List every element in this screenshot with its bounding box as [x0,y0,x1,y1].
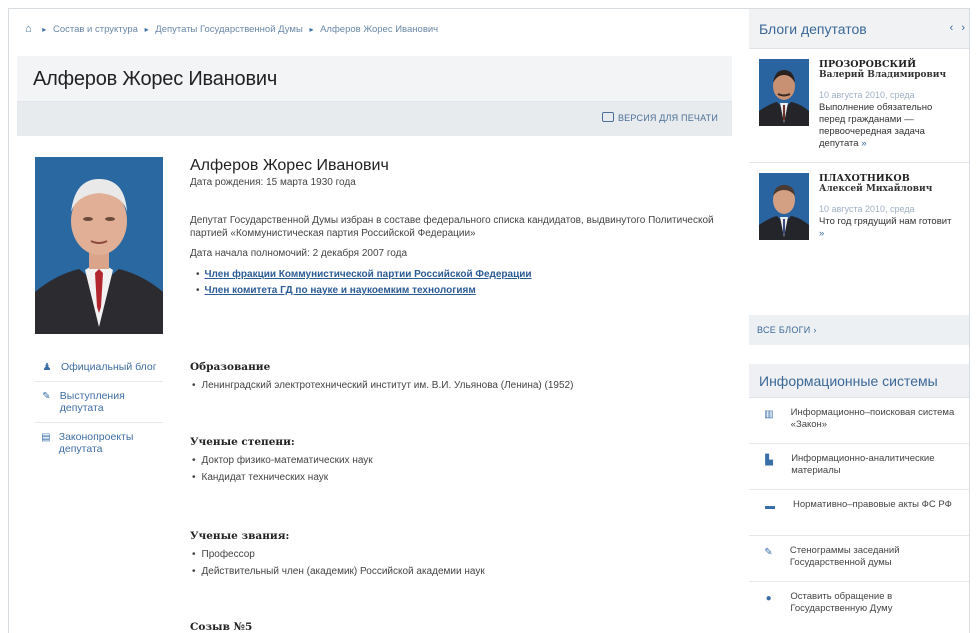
info-systems-header: Информационные системы [749,364,969,398]
blog-author-lastname: ПЛАХОТНИКОВ [819,173,910,184]
blog-date: 10 августа 2010, среда [819,90,915,100]
degrees-heading: Ученые степени: [190,436,295,448]
education-section: Образование Ленинградский электротехниче… [190,361,720,397]
all-blogs-link[interactable]: ВСЕ БЛОГИ › [749,315,969,345]
main-column: ⌂ ▸ Состав и структура ▸ Депутаты Госуда… [9,9,734,633]
printer-icon [601,112,614,122]
breadcrumb-separator-icon: ▸ [309,25,314,34]
profile-term-start: Дата начала полномочий: 2 декабря 2007 г… [190,248,408,259]
info-system-analytics[interactable]: ▙ Информационно-аналитические материалы [749,444,969,490]
side-link-label: Законопроекты депутата [58,431,134,455]
info-systems-list: ▥ Информационно–поисковая система «Закон… [749,398,969,628]
info-system-label: Оставить обращение в Государственную Дум… [790,591,893,614]
breadcrumb-separator-icon: ▸ [144,25,149,34]
academic-titles-heading: Ученые звания: [190,530,290,542]
pen-icon: ✎ [764,547,773,558]
side-link-label: Официальный блог [61,361,157,373]
page-title: Алферов Жорес Иванович [33,68,278,90]
page-frame: ⌂ ▸ Состав и структура ▸ Депутаты Госуда… [8,8,970,633]
convocation-heading: Созыв №5 [190,621,253,633]
info-system-appeal[interactable]: ● Оставить обращение в Государственную Д… [749,582,969,628]
print-version-label: ВЕРСИЯ ДЛЯ ПЕЧАТИ [617,113,718,123]
document-icon: ▤ [41,432,51,443]
right-sidebar: Блоги депутатов ‹ › ПРОЗОРОВСКИЙ Валерий… [749,9,969,633]
blog-item[interactable]: ПЛАХОТНИКОВ Алексей Михайлович 10 август… [749,163,969,240]
blogs-title: Блоги депутатов [759,21,867,37]
pen-icon: ✎ [42,391,51,402]
blogs-header: Блоги депутатов ‹ › [749,9,969,49]
info-system-label: Информационно-аналитические материалы [791,453,935,476]
degree-item: Кандидат технических наук [192,472,720,483]
degree-item: Доктор физико-математических наук [192,455,720,466]
side-link-label: Выступления депутата [59,390,125,414]
info-system-transcripts[interactable]: ✎ Стенограммы заседаний Государственной … [749,536,969,582]
info-system-label: Стенограммы заседаний Государственной ду… [789,545,900,568]
blog-excerpt-text: Что год грядущий нам готовит [819,216,952,227]
info-system-zakon[interactable]: ▥ Информационно–поисковая система «Закон… [749,398,969,444]
side-link-blog[interactable]: ♟ Официальный блог [35,353,163,382]
blog-body: ПЛАХОТНИКОВ Алексей Михайлович 10 август… [809,173,959,240]
print-version-link[interactable]: ВЕРСИЯ ДЛЯ ПЕЧАТИ [601,112,718,123]
blog-date: 10 августа 2010, среда [819,204,915,214]
info-system-label: Информационно–поисковая система «Закон» [790,407,955,430]
blog-excerpt-text: Выполнение обязательно перед гражданами … [819,102,933,149]
home-icon[interactable]: ⌂ [25,23,32,35]
profile-links: Член фракции Коммунистической партии Рос… [190,269,720,296]
blog-item[interactable]: ПРОЗОРОВСКИЙ Валерий Владимирович 10 авг… [749,49,969,150]
print-bar: ВЕРСИЯ ДЛЯ ПЕЧАТИ [17,102,732,136]
blog-author-firstname: Валерий Владимирович [819,70,947,80]
academic-titles-section: Ученые звания: Профессор Действительный … [190,530,720,583]
breadcrumb-separator-icon: ▸ [42,25,47,34]
academic-title-item: Профессор [192,549,720,560]
convocation-section: Созыв №5 [190,621,720,633]
blog-more-link[interactable]: » [819,228,824,239]
blog-avatar [759,59,809,126]
education-item: Ленинградский электротехнический институ… [192,380,720,391]
chat-icon: ● [765,593,772,604]
blog-excerpt[interactable]: Выполнение обязательно перед гражданами … [819,102,959,150]
chart-icon: ▙ [765,455,773,466]
book-icon: ▥ [764,409,774,420]
breadcrumb: ⌂ ▸ Состав и структура ▸ Депутаты Госуда… [9,9,734,49]
blog-more-link[interactable]: » [861,138,866,149]
degrees-section: Ученые степени: Доктор физико-математиче… [190,436,720,489]
academic-title-item: Действительный член (академик) Российско… [192,566,720,577]
blog-avatar [759,173,809,240]
side-link-speeches[interactable]: ✎ Выступления депутата [35,382,163,423]
title-bar: Алферов Жорес Иванович [17,56,732,102]
profile-description: Депутат Государственной Думы избран в со… [190,215,714,239]
deputy-photo [35,157,163,334]
breadcrumb-item-deputies[interactable]: Депутаты Государственной Думы [155,24,303,35]
committee-link[interactable]: Член комитета ГД по науке и наукоемким т… [196,285,720,296]
profile-content: Алферов Жорес Иванович Дата рождения: 15… [190,157,720,301]
info-systems-title: Информационные системы [759,373,938,389]
side-link-bills[interactable]: ▤ Законопроекты депутата [35,423,163,463]
profile-dob: Дата рождения: 15 марта 1930 года [190,177,356,188]
blog-body: ПРОЗОРОВСКИЙ Валерий Владимирович 10 авг… [809,59,959,150]
blogs-pager: ‹ › [942,22,965,34]
chevron-left-icon[interactable]: ‹ [950,22,954,34]
breadcrumb-item-current[interactable]: Алферов Жорес Иванович [320,24,438,35]
info-system-acts[interactable]: ▬ Нормативно–правовые акты ФС РФ [749,490,969,536]
side-links: ♟ Официальный блог ✎ Выступления депутат… [35,353,163,463]
blog-excerpt[interactable]: Что год грядущий нам готовит » [819,216,959,240]
breadcrumb-item-structure[interactable]: Состав и структура [53,24,138,35]
info-system-label: Нормативно–правовые акты ФС РФ [793,499,952,510]
faction-link[interactable]: Член фракции Коммунистической партии Рос… [196,269,720,280]
blog-author-lastname: ПРОЗОРОВСКИЙ [819,59,917,70]
person-icon: ♟ [42,362,52,373]
folder-icon: ▬ [765,501,775,512]
chevron-right-icon[interactable]: › [961,22,965,34]
blog-author-firstname: Алексей Михайлович [819,184,933,194]
profile-name: Алферов Жорес Иванович [190,157,389,174]
education-heading: Образование [190,361,271,373]
